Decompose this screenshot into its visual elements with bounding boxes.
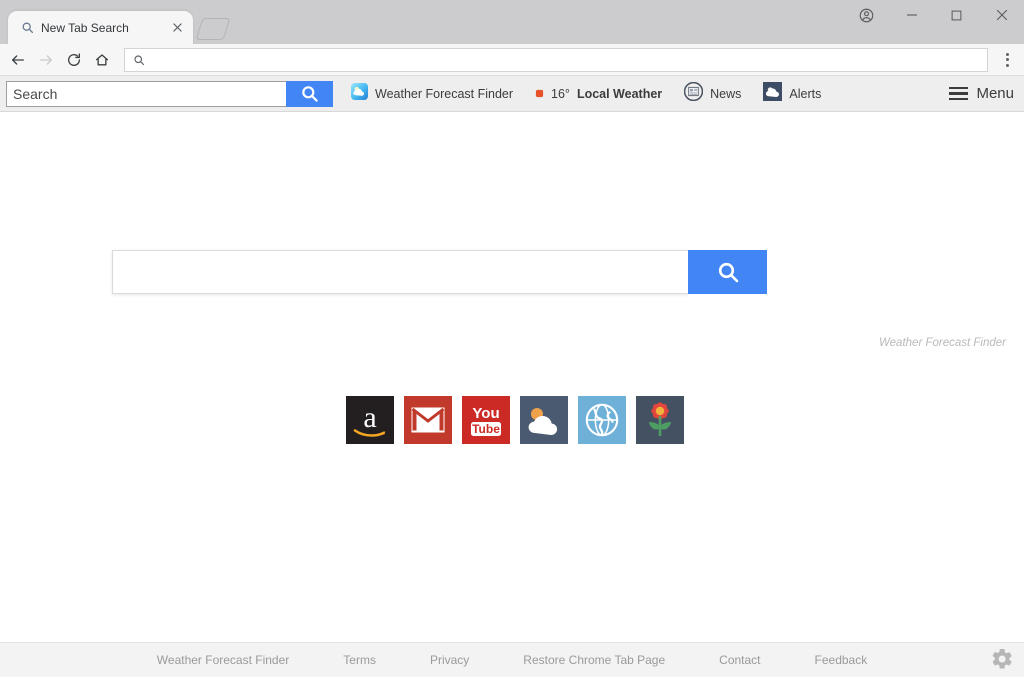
gmail-envelope-icon [411,407,445,433]
toolbar-menu-label: Menu [976,85,1014,102]
main-search-input[interactable] [112,250,688,294]
three-dot-menu-icon[interactable] [994,46,1020,74]
browser-navbar [0,44,1024,76]
home-icon[interactable] [88,46,116,74]
page-brandmark: Weather Forecast Finder [879,337,1006,349]
svg-text:Tube: Tube [472,422,500,436]
toolbar-item-alerts[interactable]: Alerts [763,81,822,106]
search-button[interactable] [286,80,333,107]
shortcut-tile-youtube[interactable]: You Tube [462,396,510,444]
shortcut-tile-gmail[interactable] [404,396,452,444]
account-circle-icon[interactable] [844,0,889,30]
gear-icon[interactable] [988,645,1016,673]
close-icon[interactable] [979,0,1024,30]
toolbar-search [6,80,333,107]
back-arrow-icon[interactable] [4,46,32,74]
toolbar-item-news[interactable]: News [683,81,742,106]
newspaper-icon [683,81,704,106]
forward-arrow-icon [32,46,60,74]
globe-earth-icon [585,403,619,437]
minimize-icon[interactable] [889,0,934,30]
toolbar-item-label: News [710,86,742,101]
footer-link-restore-chrome-tab-page[interactable]: Restore Chrome Tab Page [496,653,692,667]
main-search [112,250,767,294]
shortcut-tile-amazon[interactable]: a [346,396,394,444]
reload-icon[interactable] [60,46,88,74]
weather-cloud-sun-icon [351,82,368,105]
toolbar-item-label: Weather Forecast Finder [375,86,514,101]
toolbar-temperature: 16° [551,86,570,101]
window-controls [844,0,1024,30]
browser-tab[interactable]: New Tab Search [8,11,193,44]
dot-icon [535,85,544,103]
toolbar-item-label: Local Weather [576,86,663,101]
footer-link-weather-forecast-finder[interactable]: Weather Forecast Finder [130,653,317,667]
toolbar-item-weather-forecast-finder[interactable]: Weather Forecast Finder [351,82,514,105]
shortcut-tile-globe[interactable] [578,396,626,444]
search-input[interactable] [6,80,286,107]
search-icon [20,21,34,35]
amazon-icon: a [353,401,386,437]
tab-title: New Tab Search [41,20,129,35]
toolbar-menu-button[interactable]: Menu [949,85,1014,102]
youtube-icon: You Tube [471,405,501,436]
toolbar-item-label: Alerts [789,86,822,101]
flower-icon [648,402,672,436]
footer-link-contact[interactable]: Contact [692,653,787,667]
footer-link-feedback[interactable]: Feedback [788,653,895,667]
toolbar-item-local-weather[interactable]: 16° Local Weather [535,85,662,103]
new-tab-icon[interactable] [195,18,231,40]
footer-link-terms[interactable]: Terms [316,653,403,667]
svg-text:You: You [472,405,499,422]
cloud-alert-icon [763,81,783,106]
address-bar[interactable] [124,47,988,72]
close-icon[interactable] [169,20,185,36]
search-icon [133,54,145,66]
extension-toolbar: Weather Forecast Finder 16° Local Weathe… [0,76,1024,112]
page-footer: Weather Forecast Finder Terms Privacy Re… [0,642,1024,677]
hamburger-menu-icon [949,86,969,101]
shortcut-tile-flower[interactable] [636,396,684,444]
main-search-button[interactable] [688,250,767,294]
shortcut-tile-weather[interactable] [520,396,568,444]
maximize-icon[interactable] [934,0,979,30]
page-content: Weather Forecast Finder a You Tube Weath… [0,112,1024,677]
footer-link-privacy[interactable]: Privacy [403,653,496,667]
browser-titlebar: New Tab Search [0,0,1024,44]
svg-text:a: a [363,401,376,434]
shortcut-tiles: a You Tube [346,396,684,444]
weather-cloud-sun-icon [528,408,558,435]
